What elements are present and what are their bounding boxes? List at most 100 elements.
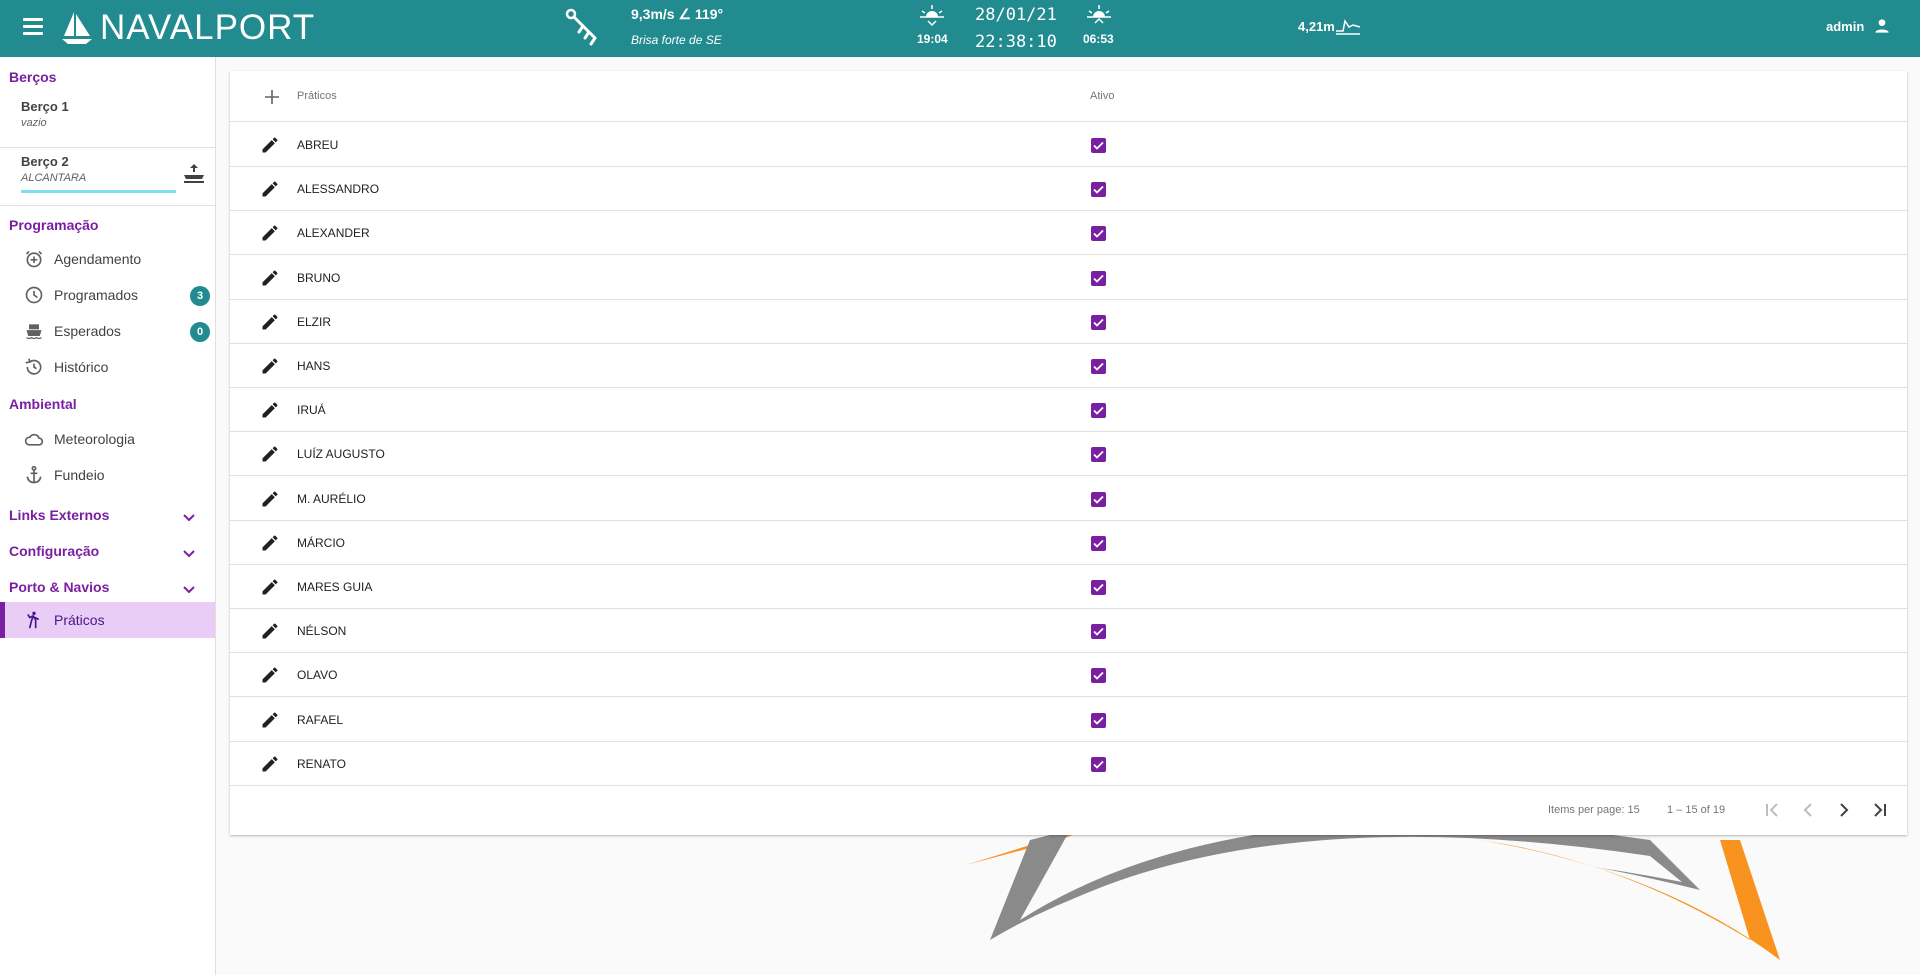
pratico-name: RENATO (297, 756, 346, 771)
edit-icon[interactable] (260, 400, 280, 420)
edit-icon[interactable] (260, 312, 280, 332)
active-checkbox[interactable] (1091, 580, 1106, 595)
wind-speed: 9,3m/s ∠ 119° (631, 6, 724, 22)
edit-icon[interactable] (260, 223, 280, 243)
nav-label: Configuração (9, 543, 100, 559)
nav-porto-navios[interactable]: Porto & Navios (0, 573, 215, 603)
active-checkbox[interactable] (1091, 359, 1106, 374)
table-header: Práticos Ativo (230, 71, 1907, 122)
tide-icon (1335, 19, 1361, 35)
check-icon (1093, 495, 1104, 504)
nav-historico[interactable]: Histórico (0, 349, 215, 385)
check-icon (1093, 760, 1104, 769)
pratico-name: MARES GUIA (297, 580, 373, 594)
sailboat-logo-icon (62, 12, 92, 44)
nav-fundeio[interactable]: Fundeio (0, 457, 215, 493)
table-row: NÉLSON (230, 609, 1907, 654)
active-checkbox[interactable] (1091, 668, 1106, 684)
pratico-name: ALESSANDRO (297, 182, 380, 197)
active-checkbox[interactable] (1091, 712, 1106, 728)
last-page-icon[interactable] (1868, 798, 1892, 822)
nav-label: Histórico (54, 359, 109, 375)
table-row: MÁRCIO (230, 521, 1907, 565)
active-checkbox[interactable] (1091, 535, 1106, 551)
pratico-name: BRUNO (297, 270, 341, 285)
edit-icon[interactable] (260, 577, 280, 597)
edit-icon[interactable] (260, 444, 280, 464)
edit-icon[interactable] (260, 268, 280, 288)
nav-links-externos[interactable]: Links Externos (0, 501, 215, 531)
table-row: ELZIR (230, 300, 1907, 344)
berth-occupancy-bar (21, 190, 176, 193)
menu-icon[interactable] (20, 14, 46, 40)
nav-meteorologia[interactable]: Meteorologia (0, 421, 215, 457)
edit-icon[interactable] (260, 621, 280, 641)
edit-icon[interactable] (260, 754, 280, 774)
app-name: NAVALPORT (100, 8, 316, 47)
berth-1[interactable]: Berço 1 vazio (0, 99, 215, 139)
active-checkbox[interactable] (1091, 624, 1106, 640)
nav-configuracao[interactable]: Configuração (0, 537, 215, 567)
active-checkbox[interactable] (1091, 314, 1106, 330)
check-icon (1093, 539, 1104, 548)
edit-icon[interactable] (260, 179, 280, 199)
pratico-name: ELZIR (297, 314, 332, 329)
cloud-icon (24, 433, 44, 446)
nav-agendamento[interactable]: Agendamento (0, 241, 215, 277)
nav-label: Práticos (54, 612, 105, 628)
table-row: IRUÁ (230, 388, 1907, 433)
add-icon[interactable] (262, 87, 282, 107)
app-logo[interactable]: NAVALPORT (60, 8, 315, 48)
berth-2[interactable]: Berço 2 ALCANTARA (0, 154, 215, 204)
chevron-down-icon (183, 550, 195, 558)
edit-icon[interactable] (260, 710, 280, 730)
pratico-name: IRUÁ (297, 403, 326, 418)
active-checkbox[interactable] (1091, 182, 1106, 198)
ship-unload-icon[interactable] (182, 162, 206, 186)
next-page-icon[interactable] (1832, 798, 1856, 822)
active-checkbox[interactable] (1091, 447, 1106, 463)
table-row: ALEXANDER (230, 211, 1907, 256)
first-page-icon[interactable] (1760, 798, 1784, 822)
edit-icon[interactable] (260, 665, 280, 685)
user-menu[interactable]: admin (1826, 16, 1892, 36)
active-checkbox[interactable] (1091, 403, 1106, 419)
nav-label: Fundeio (54, 467, 105, 483)
nav-praticos[interactable]: Práticos (0, 602, 215, 638)
active-checkbox[interactable] (1091, 756, 1106, 772)
edit-icon[interactable] (260, 135, 280, 155)
table-row: BRUNO (230, 256, 1907, 300)
check-icon (1093, 451, 1104, 460)
pratico-name: RAFAEL (297, 712, 344, 727)
table-row: LUÍZ AUGUSTO (230, 432, 1907, 477)
active-checkbox[interactable] (1091, 491, 1106, 507)
check-icon (1093, 672, 1104, 681)
column-header-ativo[interactable]: Ativo (1090, 90, 1114, 102)
nav-label: Meteorologia (54, 431, 135, 447)
page-range: 1 – 15 of 19 (1667, 804, 1726, 816)
user-name: admin (1826, 18, 1865, 34)
nav-esperados[interactable]: Esperados 0 (0, 313, 215, 349)
divider (0, 205, 215, 206)
table-row: M. AURÉLIO (230, 477, 1907, 521)
nav-programados[interactable]: Programados 3 (0, 277, 215, 313)
chevron-down-icon (183, 586, 195, 594)
pratico-name: ABREU (297, 138, 339, 152)
check-icon (1093, 362, 1104, 371)
active-checkbox[interactable] (1091, 270, 1106, 286)
active-checkbox[interactable] (1091, 138, 1106, 153)
top-bar: NAVALPORT 9,3m/s ∠ 119° Brisa forte de S… (0, 0, 1920, 57)
edit-icon[interactable] (260, 489, 280, 509)
history-icon (25, 358, 42, 375)
sunrise-time: 06:53 (1083, 32, 1114, 46)
edit-icon[interactable] (260, 533, 280, 553)
count-badge: 3 (190, 286, 210, 306)
items-per-page-value[interactable]: 15 (1628, 804, 1640, 816)
pratico-name: M. AURÉLIO (297, 491, 366, 506)
column-header-praticos[interactable]: Práticos (297, 90, 337, 102)
previous-page-icon[interactable] (1796, 798, 1820, 822)
table-row: RENATO (230, 742, 1907, 786)
pilot-icon (27, 611, 40, 629)
edit-icon[interactable] (260, 356, 280, 376)
active-checkbox[interactable] (1091, 226, 1106, 242)
